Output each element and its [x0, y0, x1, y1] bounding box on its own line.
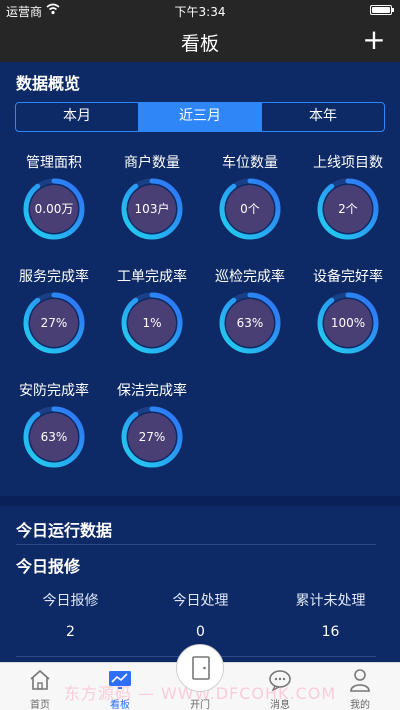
metric-managed-area[interactable]: 管理面积 0.00万: [4, 152, 104, 262]
door-icon: [192, 656, 210, 680]
metric-inspection-completion[interactable]: 巡检完成率 63%: [200, 266, 300, 376]
metric-label: 车位数量: [222, 155, 278, 171]
metric-label: 工单完成率: [117, 269, 187, 285]
metric-online-projects[interactable]: 上线项目数 2个: [298, 152, 398, 262]
stat-label: 今日处理: [172, 593, 229, 609]
stat-label: 累计未处理: [295, 593, 366, 609]
stat-value: 2: [66, 624, 75, 640]
period-segmented-control: 本月 近三月 本年: [15, 102, 385, 132]
metric-security-completion[interactable]: 安防完成率 63%: [4, 380, 104, 490]
metric-cleaning-completion[interactable]: 保洁完成率 27%: [102, 380, 202, 490]
add-button[interactable]: +: [362, 26, 386, 54]
today-title: 今日运行数据: [16, 521, 113, 540]
metric-label: 上线项目数: [313, 155, 383, 171]
segment-this-year[interactable]: 本年: [261, 103, 384, 131]
metric-value: 103户: [134, 202, 170, 216]
user-icon: [348, 668, 372, 692]
metric-label: 商户数量: [124, 155, 180, 171]
metric-equipment-integrity[interactable]: 设备完好率 100%: [298, 266, 398, 376]
segment-this-month[interactable]: 本月: [16, 103, 138, 131]
stat-total-unprocessed[interactable]: 累计未处理 16: [264, 590, 397, 640]
metric-label: 管理面积: [26, 155, 82, 171]
metric-service-completion[interactable]: 服务完成率 27%: [4, 266, 104, 376]
metric-label: 保洁完成率: [117, 383, 187, 399]
status-time: 下午3:34: [174, 5, 226, 19]
status-bar: 运营商 下午3:34: [0, 0, 400, 20]
divider-line: [16, 544, 376, 545]
metric-label: 设备完好率: [313, 269, 383, 285]
tab-open-door-label: 开门: [190, 700, 210, 710]
metric-label: 安防完成率: [19, 383, 89, 399]
metric-merchant-count[interactable]: 商户数量 103户: [102, 152, 202, 262]
battery-icon: [370, 5, 394, 15]
metric-label: 巡检完成率: [215, 269, 285, 285]
metric-label: 服务完成率: [19, 269, 89, 285]
metric-value: 0个: [240, 202, 260, 216]
stat-today-repair[interactable]: 今日报修 2: [4, 590, 137, 640]
navigation-bar: 看板 +: [0, 20, 400, 62]
metric-value: 63%: [40, 430, 68, 444]
stat-value: 0: [196, 624, 205, 640]
stat-label: 今日报修: [42, 593, 99, 609]
metric-parking-count[interactable]: 车位数量 0个: [200, 152, 300, 262]
stat-today-processed[interactable]: 今日处理 0: [134, 590, 267, 640]
overview-title: 数据概览: [16, 74, 81, 93]
repair-title: 今日报修: [16, 557, 81, 576]
section-divider: [0, 496, 400, 506]
metric-value: 27%: [40, 316, 68, 330]
stat-value: 16: [321, 624, 340, 640]
page-title: 看板: [180, 33, 219, 55]
segment-last-three-months[interactable]: 近三月: [138, 103, 261, 131]
metric-value: 1%: [142, 316, 162, 330]
metric-value: 27%: [138, 430, 166, 444]
metric-value: 2个: [338, 202, 358, 216]
metric-value: 63%: [236, 316, 264, 330]
home-icon: [28, 668, 52, 692]
metric-value: 100%: [330, 316, 366, 330]
metric-value: 0.00万: [34, 202, 74, 216]
metric-workorder-completion[interactable]: 工单完成率 1%: [102, 266, 202, 376]
open-door-button[interactable]: [176, 644, 224, 692]
